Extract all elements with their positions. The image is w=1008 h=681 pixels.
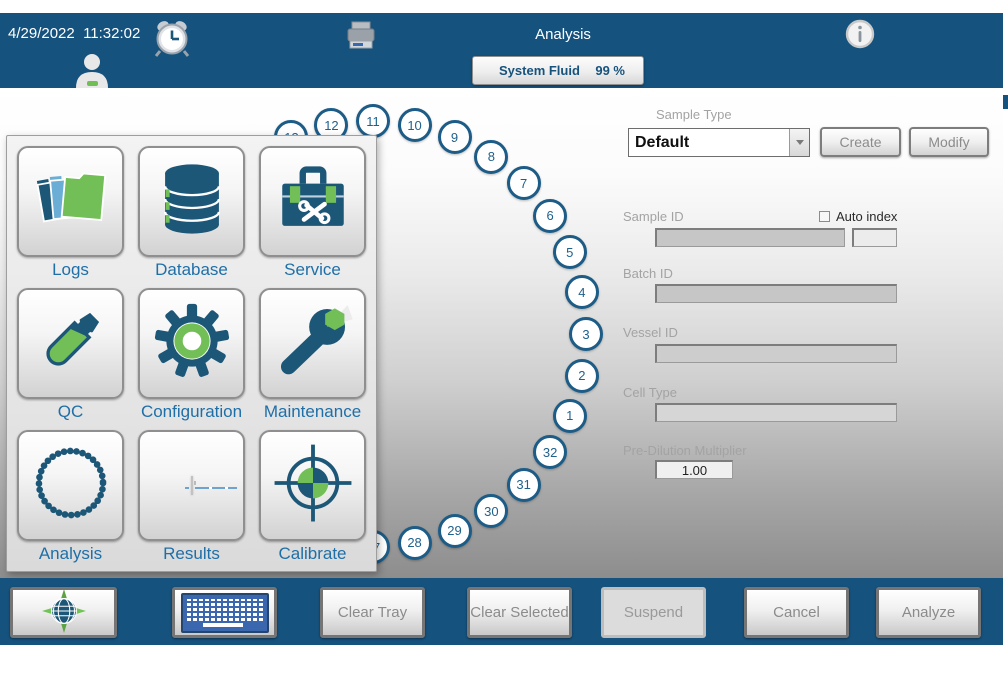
wrench-icon: [272, 299, 354, 388]
batch-id-input[interactable]: [655, 284, 897, 303]
dropdown-arrow-button[interactable]: [789, 129, 809, 156]
menu-item-maintenance[interactable]: Maintenance: [259, 288, 366, 430]
sample-index-input[interactable]: [852, 228, 897, 247]
folders-icon: [30, 157, 112, 246]
auto-index-label: Auto index: [836, 209, 897, 224]
alarm-clock-icon[interactable]: [153, 19, 191, 64]
service-tile-button[interactable]: [259, 146, 366, 257]
menu-item-label: QC: [58, 402, 84, 422]
vessel-id-label: Vessel ID: [623, 325, 678, 340]
database-tile-button[interactable]: [138, 146, 245, 257]
tray-position-6[interactable]: 6: [533, 199, 567, 233]
menu-item-analysis[interactable]: Analysis: [17, 430, 124, 572]
pre-dilution-label: Pre-Dilution Multiplier: [623, 443, 747, 458]
menu-item-qc[interactable]: QC: [17, 288, 124, 430]
menu-item-label: Maintenance: [264, 402, 361, 422]
menu-item-label: Logs: [52, 260, 89, 280]
menu-item-label: Results: [163, 544, 220, 564]
wrench-tile-button[interactable]: [259, 288, 366, 399]
sample-type-dropdown[interactable]: Default: [628, 128, 810, 157]
edge-sliver: [1003, 95, 1008, 109]
sample-id-input[interactable]: [655, 228, 845, 247]
globe-compass-icon: [41, 589, 87, 637]
analysis-tile-button[interactable]: [17, 430, 124, 541]
menu-item-configuration[interactable]: Configuration: [138, 288, 245, 430]
clear-selected-button[interactable]: Clear Selected: [467, 587, 572, 638]
tray-position-8[interactable]: 8: [474, 140, 508, 174]
menu-item-results[interactable]: Results: [138, 430, 245, 572]
target-icon: [272, 441, 354, 530]
create-button[interactable]: Create: [820, 127, 901, 157]
page-title: Analysis: [413, 26, 713, 43]
analyze-button[interactable]: Analyze: [876, 587, 981, 638]
pre-dilution-input[interactable]: [655, 460, 733, 479]
suspend-button[interactable]: Suspend: [601, 587, 706, 638]
tray-position-32[interactable]: 32: [533, 435, 567, 469]
tray-position-31[interactable]: 31: [507, 468, 541, 502]
virtual-keyboard-button[interactable]: [172, 587, 277, 638]
menu-item-label: Calibrate: [278, 544, 346, 564]
clear-tray-button[interactable]: Clear Tray: [320, 587, 425, 638]
menu-item-label: Configuration: [141, 402, 242, 422]
gear-icon: [151, 299, 233, 388]
results-tile-button[interactable]: [138, 430, 245, 541]
keyboard-icon: [181, 593, 269, 633]
menu-item-logs[interactable]: Logs: [17, 146, 124, 288]
tray-position-11[interactable]: 11: [356, 104, 390, 138]
table-icon: [191, 477, 193, 495]
tray-position-10[interactable]: 10: [398, 108, 432, 142]
configuration-tile-button[interactable]: [138, 288, 245, 399]
tray-position-9[interactable]: 9: [438, 120, 472, 154]
tray-position-4[interactable]: 4: [565, 275, 599, 309]
home-globe-button[interactable]: [10, 587, 117, 638]
sample-type-value: Default: [629, 134, 789, 152]
menu-item-label: Database: [155, 260, 228, 280]
tray-position-29[interactable]: 29: [438, 514, 472, 548]
user-icon[interactable]: [72, 53, 112, 93]
batch-id-label: Batch ID: [623, 266, 673, 281]
analysis-screen: 1234567891011121314151617181920212223242…: [0, 0, 1008, 681]
sample-id-label: Sample ID: [623, 209, 684, 224]
cell-type-label: Cell Type: [623, 385, 677, 400]
tray-position-2[interactable]: 2: [565, 359, 599, 393]
dotted-ring-icon: [30, 441, 112, 530]
toolbox-icon: [272, 157, 354, 246]
ampoule-icon: [30, 299, 112, 388]
menu-panel: Logs Databas: [6, 135, 377, 572]
database-icon: [151, 157, 233, 246]
tray-position-7[interactable]: 7: [507, 166, 541, 200]
menu-item-calibrate[interactable]: Calibrate: [259, 430, 366, 572]
system-fluid-status: System Fluid 99 %: [472, 56, 644, 85]
system-fluid-value: 99 %: [595, 63, 625, 78]
printer-icon[interactable]: [345, 21, 377, 56]
modify-button[interactable]: Modify: [909, 127, 989, 157]
tray-position-3[interactable]: 3: [569, 317, 603, 351]
logs-tile-button[interactable]: [17, 146, 124, 257]
cell-type-input[interactable]: [655, 403, 897, 422]
tray-position-1[interactable]: 1: [553, 399, 587, 433]
qc-tile-button[interactable]: [17, 288, 124, 399]
menu-item-database[interactable]: Database: [138, 146, 245, 288]
info-icon[interactable]: [845, 19, 875, 54]
vessel-id-input[interactable]: [655, 344, 897, 363]
menu-item-service[interactable]: Service: [259, 146, 366, 288]
auto-index-checkbox[interactable]: [819, 211, 830, 222]
calibrate-tile-button[interactable]: [259, 430, 366, 541]
menu-item-label: Service: [284, 260, 341, 280]
system-fluid-label: System Fluid: [499, 63, 580, 78]
menu-item-label: Analysis: [39, 544, 102, 564]
tray-position-28[interactable]: 28: [398, 526, 432, 560]
cancel-button[interactable]: Cancel: [744, 587, 849, 638]
tray-position-30[interactable]: 30: [474, 494, 508, 528]
chevron-down-icon: [796, 140, 804, 145]
sample-type-label: Sample Type: [656, 107, 732, 122]
tray-position-5[interactable]: 5: [553, 235, 587, 269]
datetime-display: 4/29/2022 11:32:02: [8, 25, 140, 42]
